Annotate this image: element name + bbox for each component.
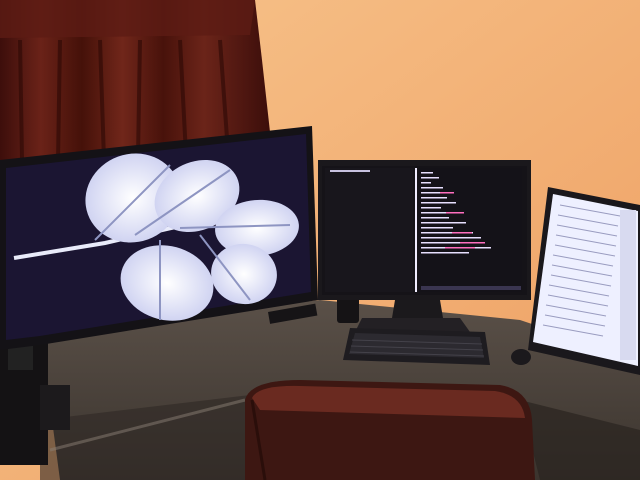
terminal-right-pane (418, 168, 522, 292)
chair (245, 380, 535, 480)
desk-setup-photo (0, 0, 640, 480)
monitor-right-portrait (528, 187, 640, 375)
keyboard (343, 328, 490, 365)
mouse (511, 349, 531, 365)
terminal-left-pane (325, 168, 413, 292)
